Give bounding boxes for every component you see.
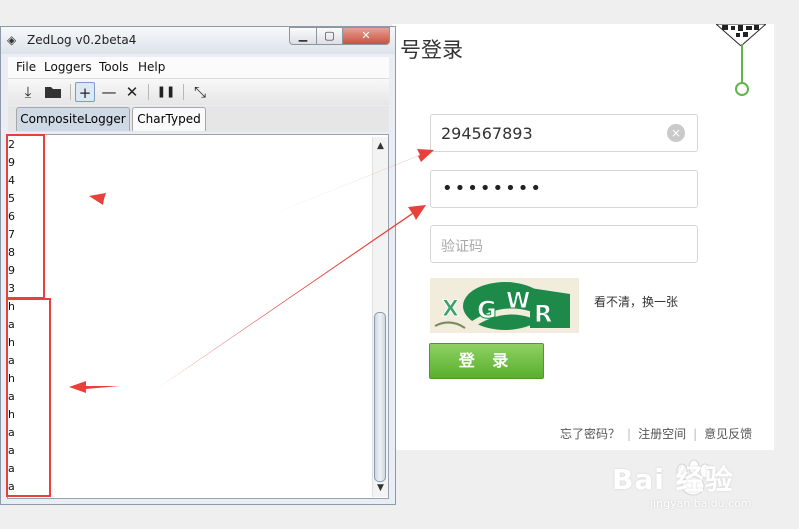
log-line: h — [8, 372, 15, 385]
maximize-button[interactable]: ▢ — [316, 27, 343, 45]
save-icon[interactable]: ⤓ — [18, 82, 38, 102]
log-list[interactable] — [7, 134, 389, 499]
log-line: a — [8, 480, 15, 493]
refresh-captcha-link[interactable]: 看不清，换一张 — [594, 293, 678, 310]
close-button[interactable]: ✕ — [342, 27, 390, 45]
log-line: a — [8, 462, 15, 475]
title-bar[interactable]: ◈ ZedLog v0.2beta4 ▁ ▢ ✕ — [1, 27, 395, 54]
open-folder-icon[interactable] — [43, 82, 63, 102]
menu-loggers[interactable]: Loggers — [44, 60, 92, 74]
add-logger-icon[interactable]: + — [75, 82, 95, 102]
menu-tools[interactable]: Tools — [99, 60, 129, 74]
captcha-input[interactable]: 验证码 — [430, 225, 698, 263]
login-button[interactable]: 登 录 — [429, 343, 544, 379]
toolbar-separator — [183, 84, 184, 100]
log-line: a — [8, 426, 15, 439]
captcha-char-2: G — [477, 296, 497, 324]
log-line: a — [8, 390, 15, 403]
minimize-button[interactable]: ▁ — [289, 27, 317, 45]
feedback-link[interactable]: 意见反馈 — [704, 427, 752, 441]
zedlog-window: ◈ ZedLog v0.2beta4 ▁ ▢ ✕ File Loggers To… — [0, 26, 396, 505]
password-input[interactable]: •••••••• — [430, 170, 698, 208]
app-icon: ◈ — [7, 33, 17, 47]
clear-log-icon[interactable]: ✕ — [122, 82, 142, 102]
footer-links: 忘了密码？ | 注册空间 | 意见反馈 — [560, 425, 752, 442]
captcha-char-4: R — [534, 300, 552, 328]
divider: | — [627, 427, 632, 441]
menu-bar: File Loggers Tools Help — [8, 57, 389, 79]
forgot-password-link[interactable]: 忘了密码？ — [560, 427, 620, 441]
window-title: ZedLog v0.2beta4 — [27, 33, 137, 47]
log-line: 2 — [8, 138, 15, 151]
register-link[interactable]: 注册空间 — [638, 427, 686, 441]
logger-tabs: CompositeLogger CharTyped — [8, 106, 389, 132]
captcha-placeholder: 验证码 — [441, 239, 483, 255]
log-line: 5 — [8, 192, 15, 205]
captcha-char-3: W — [506, 289, 530, 314]
menu-file[interactable]: File — [16, 60, 36, 74]
log-line: h — [8, 408, 15, 421]
account-value: 294567893 — [441, 124, 533, 143]
toolbar: ⤓ + — ✕ ❚❚ ⤡ — [8, 79, 389, 105]
log-line: 3 — [8, 282, 15, 295]
qr-code-corner-icon[interactable] — [716, 24, 766, 46]
clear-input-icon[interactable]: × — [667, 124, 685, 142]
log-line: a — [8, 318, 15, 331]
log-line: 9 — [8, 156, 15, 169]
scroll-down-icon[interactable]: ▼ — [373, 481, 388, 495]
watermark-url: jingyan.baidu.com — [650, 497, 752, 510]
toolbar-separator — [70, 84, 71, 100]
log-line: a — [8, 354, 15, 367]
watermark-brand: Bai 经验 — [612, 463, 734, 496]
qr-connector-line — [741, 44, 743, 84]
log-line: h — [8, 300, 15, 313]
captcha-image[interactable]: X G W R — [430, 278, 579, 333]
log-line: h — [8, 336, 15, 349]
login-title: 号登录 — [400, 38, 463, 62]
log-line: 7 — [8, 228, 15, 241]
log-line: 4 — [8, 174, 15, 187]
pause-icon[interactable]: ❚❚ — [156, 82, 176, 102]
log-line: a — [8, 444, 15, 457]
log-line: 6 — [8, 210, 15, 223]
scroll-thumb[interactable] — [374, 312, 386, 482]
password-value: •••••••• — [442, 178, 543, 199]
captcha-char-1: X — [442, 297, 459, 322]
log-line: 9 — [8, 264, 15, 277]
connect-icon[interactable]: ⤡ — [190, 82, 210, 102]
qr-connector-dot — [735, 82, 749, 96]
remove-logger-icon[interactable]: — — [99, 82, 119, 102]
account-input[interactable]: 294567893 × — [430, 114, 698, 152]
vertical-scrollbar[interactable]: ▲ ▼ — [372, 137, 388, 497]
tab-compositelogger[interactable]: CompositeLogger — [16, 107, 130, 131]
menu-help[interactable]: Help — [138, 60, 165, 74]
divider: | — [693, 427, 698, 441]
tab-chartyped[interactable]: CharTyped — [132, 107, 206, 131]
scroll-up-icon[interactable]: ▲ — [373, 139, 388, 153]
log-line: 8 — [8, 246, 15, 259]
toolbar-separator — [148, 84, 149, 100]
